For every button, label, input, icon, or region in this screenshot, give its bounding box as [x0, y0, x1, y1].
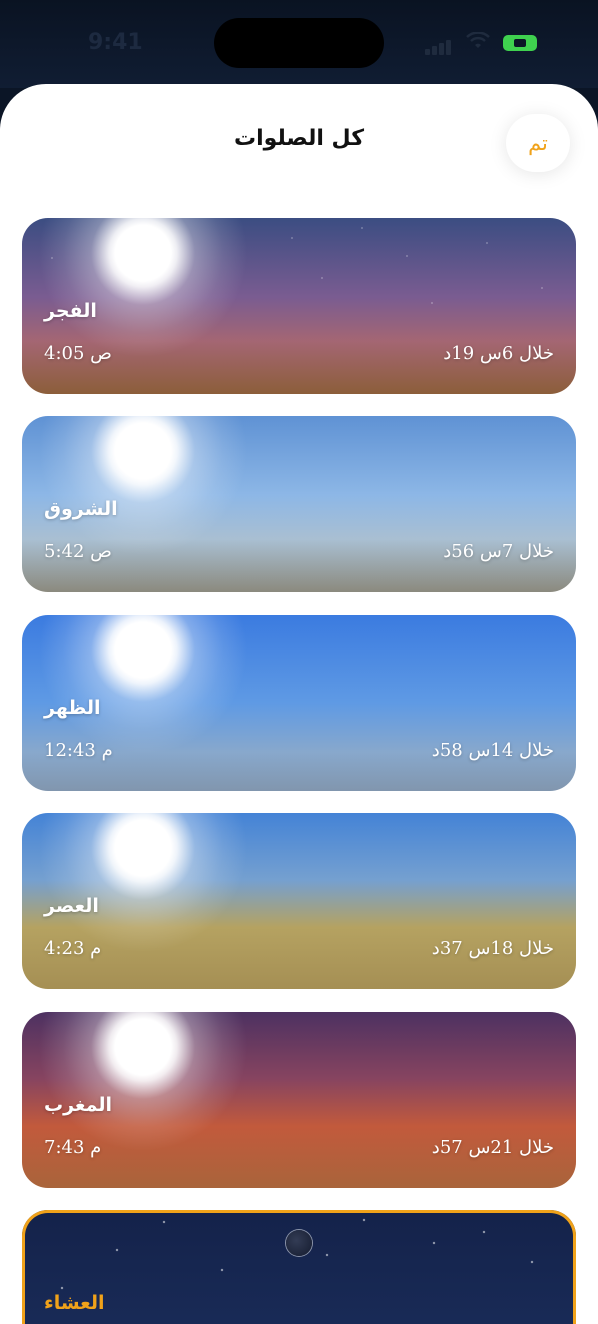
prayer-countdown: خلال 7س 56د: [443, 541, 554, 562]
status-bar: 9:41: [0, 0, 598, 88]
sun-icon: [38, 416, 248, 556]
prayer-time: 4:23 م: [44, 938, 102, 959]
stars-decoration: [22, 1210, 576, 1324]
prayer-name: العصر: [44, 895, 99, 917]
sun-icon: [38, 615, 248, 755]
prayer-name: المغرب: [44, 1094, 113, 1116]
prayers-sheet: كل الصلوات تم الفجر 4:05 ص خلال 6س 19د ا…: [0, 84, 598, 1324]
prayer-time: 5:42 ص: [44, 541, 112, 562]
moon-icon: [286, 1230, 312, 1256]
prayer-time: 7:43 م: [44, 1137, 102, 1158]
prayer-card-isha[interactable]: العشاء: [22, 1210, 576, 1324]
prayer-card-shuruq[interactable]: الشروق 5:42 ص خلال 7س 56د: [22, 416, 576, 592]
cellular-signal-icon: [425, 36, 453, 55]
prayer-card-asr[interactable]: العصر 4:23 م خلال 18س 37د: [22, 813, 576, 989]
sun-icon: [38, 1012, 248, 1152]
prayer-card-fajr[interactable]: الفجر 4:05 ص خلال 6س 19د: [22, 218, 576, 394]
prayer-countdown: خلال 14س 58د: [431, 740, 554, 761]
status-time: 9:41: [88, 30, 143, 55]
prayer-countdown: خلال 21س 57د: [431, 1137, 554, 1158]
sun-icon: [38, 813, 248, 953]
prayer-countdown: خلال 6س 19د: [443, 343, 554, 364]
battery-charging-icon: [503, 35, 537, 51]
prayer-name: الفجر: [44, 300, 97, 322]
dynamic-island: [214, 18, 384, 68]
prayer-countdown: خلال 18س 37د: [431, 938, 554, 959]
prayer-name: الشروق: [44, 498, 118, 520]
prayer-time: 12:43 م: [44, 740, 113, 761]
done-button[interactable]: تم: [506, 114, 570, 172]
prayer-name: العشاء: [44, 1292, 105, 1314]
prayer-card-maghrib[interactable]: المغرب 7:43 م خلال 21س 57د: [22, 1012, 576, 1188]
wifi-icon: [466, 32, 490, 48]
prayer-time: 4:05 ص: [44, 343, 112, 364]
prayer-card-dhuhr[interactable]: الظهر 12:43 م خلال 14س 58د: [22, 615, 576, 791]
prayer-name: الظهر: [44, 697, 101, 719]
